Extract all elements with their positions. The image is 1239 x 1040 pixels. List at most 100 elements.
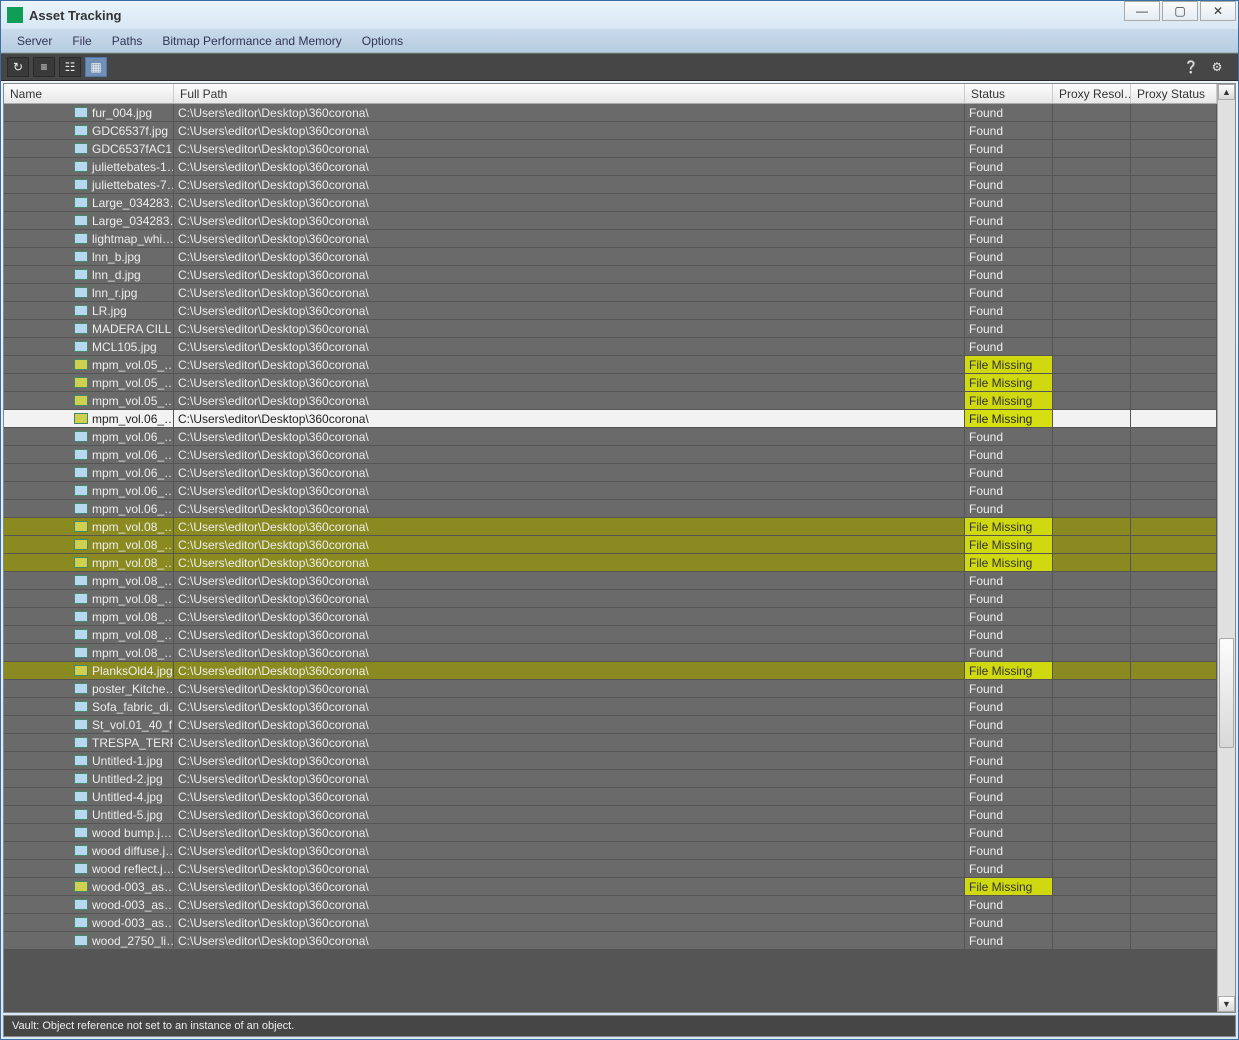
cell-status: Found: [965, 824, 1053, 841]
window-title: Asset Tracking: [29, 8, 122, 23]
cell-proxy-resolution: [1053, 320, 1131, 337]
cell-name: mpm_vol.08_…: [4, 626, 174, 643]
table-row[interactable]: wood-003_as…C:\Users\editor\Desktop\360c…: [4, 896, 1217, 914]
vertical-scrollbar[interactable]: ▲ ▼: [1217, 84, 1235, 1012]
col-proxy-status[interactable]: Proxy Status: [1131, 84, 1217, 103]
menu-server[interactable]: Server: [7, 34, 62, 48]
scroll-down-icon[interactable]: ▼: [1218, 996, 1235, 1012]
col-proxy-resolution[interactable]: Proxy Resol…: [1053, 84, 1131, 103]
file-icon: [74, 305, 88, 316]
table-row[interactable]: mpm_vol.08_…C:\Users\editor\Desktop\360c…: [4, 554, 1217, 572]
refresh-icon[interactable]: ↻: [7, 57, 29, 77]
table-row[interactable]: lnn_b.jpgC:\Users\editor\Desktop\360coro…: [4, 248, 1217, 266]
menu-bitmap-performance[interactable]: Bitmap Performance and Memory: [152, 34, 351, 48]
cell-proxy-resolution: [1053, 428, 1131, 445]
file-name-text: TRESPA_TERR…: [92, 736, 174, 750]
titlebar[interactable]: Asset Tracking ― ▢ ✕: [1, 1, 1238, 29]
table-row[interactable]: GDC6537fAC1…C:\Users\editor\Desktop\360c…: [4, 140, 1217, 158]
tree-icon[interactable]: ☷: [59, 57, 81, 77]
table-row[interactable]: mpm_vol.06_…C:\Users\editor\Desktop\360c…: [4, 410, 1217, 428]
table-row[interactable]: mpm_vol.08_…C:\Users\editor\Desktop\360c…: [4, 572, 1217, 590]
table-row[interactable]: lnn_r.jpgC:\Users\editor\Desktop\360coro…: [4, 284, 1217, 302]
table-row[interactable]: mpm_vol.06_…C:\Users\editor\Desktop\360c…: [4, 428, 1217, 446]
table-row[interactable]: LR.jpgC:\Users\editor\Desktop\360corona\…: [4, 302, 1217, 320]
table-row[interactable]: mpm_vol.08_…C:\Users\editor\Desktop\360c…: [4, 536, 1217, 554]
file-name-text: wood-003_as…: [92, 898, 174, 912]
table-row[interactable]: PlanksOld4.jpgC:\Users\editor\Desktop\36…: [4, 662, 1217, 680]
scroll-track[interactable]: [1218, 100, 1235, 996]
scroll-thumb[interactable]: [1219, 638, 1234, 748]
table-row[interactable]: wood diffuse.j…C:\Users\editor\Desktop\3…: [4, 842, 1217, 860]
table-row[interactable]: mpm_vol.05_…C:\Users\editor\Desktop\360c…: [4, 392, 1217, 410]
cell-proxy-resolution: [1053, 878, 1131, 895]
table-row[interactable]: mpm_vol.06_…C:\Users\editor\Desktop\360c…: [4, 446, 1217, 464]
table-row[interactable]: mpm_vol.08_…C:\Users\editor\Desktop\360c…: [4, 608, 1217, 626]
table-icon[interactable]: ▦: [85, 57, 107, 77]
table-row[interactable]: wood bump.j…C:\Users\editor\Desktop\360c…: [4, 824, 1217, 842]
cell-path: C:\Users\editor\Desktop\360corona\: [174, 212, 965, 229]
table-row[interactable]: mpm_vol.08_…C:\Users\editor\Desktop\360c…: [4, 590, 1217, 608]
table-row[interactable]: Untitled-1.jpgC:\Users\editor\Desktop\36…: [4, 752, 1217, 770]
table-row[interactable]: TRESPA_TERR…C:\Users\editor\Desktop\360c…: [4, 734, 1217, 752]
settings-icon[interactable]: ⚙: [1206, 57, 1228, 77]
file-icon: [74, 593, 88, 604]
help-icon[interactable]: ❔: [1180, 57, 1202, 77]
menu-paths[interactable]: Paths: [102, 34, 153, 48]
table-row[interactable]: mpm_vol.06_…C:\Users\editor\Desktop\360c…: [4, 500, 1217, 518]
table-row[interactable]: Large_034283…C:\Users\editor\Desktop\360…: [4, 212, 1217, 230]
cell-status: Found: [965, 338, 1053, 355]
table-row[interactable]: Untitled-5.jpgC:\Users\editor\Desktop\36…: [4, 806, 1217, 824]
cell-path: C:\Users\editor\Desktop\360corona\: [174, 122, 965, 139]
table-row[interactable]: mpm_vol.06_…C:\Users\editor\Desktop\360c…: [4, 464, 1217, 482]
table-row[interactable]: MCL105.jpgC:\Users\editor\Desktop\360cor…: [4, 338, 1217, 356]
menu-options[interactable]: Options: [352, 34, 413, 48]
table-row[interactable]: lightmap_whi…C:\Users\editor\Desktop\360…: [4, 230, 1217, 248]
table-row[interactable]: mpm_vol.05_…C:\Users\editor\Desktop\360c…: [4, 374, 1217, 392]
cell-name: GDC6537fAC1…: [4, 140, 174, 157]
cell-name: poster_Kitche…: [4, 680, 174, 697]
maximize-button[interactable]: ▢: [1162, 1, 1198, 21]
table-row[interactable]: juliettebates-7…C:\Users\editor\Desktop\…: [4, 176, 1217, 194]
minimize-button[interactable]: ―: [1124, 1, 1160, 21]
table-row[interactable]: Untitled-4.jpgC:\Users\editor\Desktop\36…: [4, 788, 1217, 806]
table-row[interactable]: Sofa_fabric_di…C:\Users\editor\Desktop\3…: [4, 698, 1217, 716]
table-row[interactable]: mpm_vol.08_…C:\Users\editor\Desktop\360c…: [4, 518, 1217, 536]
scroll-up-icon[interactable]: ▲: [1218, 84, 1235, 100]
cell-proxy-resolution: [1053, 788, 1131, 805]
cell-proxy-status: [1131, 716, 1217, 733]
list-icon[interactable]: ≡: [33, 57, 55, 77]
table-row[interactable]: wood_2750_li…C:\Users\editor\Desktop\360…: [4, 932, 1217, 950]
cell-proxy-resolution: [1053, 716, 1131, 733]
menu-file[interactable]: File: [62, 34, 101, 48]
close-button[interactable]: ✕: [1200, 1, 1236, 21]
table-row[interactable]: MADERA CILL…C:\Users\editor\Desktop\360c…: [4, 320, 1217, 338]
table-row[interactable]: wood reflect.j…C:\Users\editor\Desktop\3…: [4, 860, 1217, 878]
table-row[interactable]: St_vol.01_40_f…C:\Users\editor\Desktop\3…: [4, 716, 1217, 734]
col-status[interactable]: Status: [965, 84, 1053, 103]
cell-status: Found: [965, 194, 1053, 211]
table-row[interactable]: fur_004.jpgC:\Users\editor\Desktop\360co…: [4, 104, 1217, 122]
table-row[interactable]: lnn_d.jpgC:\Users\editor\Desktop\360coro…: [4, 266, 1217, 284]
table-row[interactable]: GDC6537f.jpgC:\Users\editor\Desktop\360c…: [4, 122, 1217, 140]
cell-name: MADERA CILL…: [4, 320, 174, 337]
table-row[interactable]: mpm_vol.05_…C:\Users\editor\Desktop\360c…: [4, 356, 1217, 374]
col-fullpath[interactable]: Full Path: [174, 84, 965, 103]
table-rows[interactable]: fur_004.jpgC:\Users\editor\Desktop\360co…: [4, 104, 1217, 1012]
col-name[interactable]: Name: [4, 84, 174, 103]
table-row[interactable]: Untitled-2.jpgC:\Users\editor\Desktop\36…: [4, 770, 1217, 788]
table-row[interactable]: wood-003_as…C:\Users\editor\Desktop\360c…: [4, 878, 1217, 896]
table-row[interactable]: juliettebates-1…C:\Users\editor\Desktop\…: [4, 158, 1217, 176]
file-icon: [74, 377, 88, 388]
table-row[interactable]: wood-003_as…C:\Users\editor\Desktop\360c…: [4, 914, 1217, 932]
table-row[interactable]: mpm_vol.08_…C:\Users\editor\Desktop\360c…: [4, 626, 1217, 644]
cell-path: C:\Users\editor\Desktop\360corona\: [174, 716, 965, 733]
cell-path: C:\Users\editor\Desktop\360corona\: [174, 644, 965, 661]
table-row[interactable]: poster_Kitche…C:\Users\editor\Desktop\36…: [4, 680, 1217, 698]
table-row[interactable]: Large_034283…C:\Users\editor\Desktop\360…: [4, 194, 1217, 212]
cell-proxy-status: [1131, 356, 1217, 373]
cell-proxy-resolution: [1053, 374, 1131, 391]
cell-path: C:\Users\editor\Desktop\360corona\: [174, 356, 965, 373]
cell-proxy-status: [1131, 248, 1217, 265]
table-row[interactable]: mpm_vol.08_…C:\Users\editor\Desktop\360c…: [4, 644, 1217, 662]
table-row[interactable]: mpm_vol.06_…C:\Users\editor\Desktop\360c…: [4, 482, 1217, 500]
